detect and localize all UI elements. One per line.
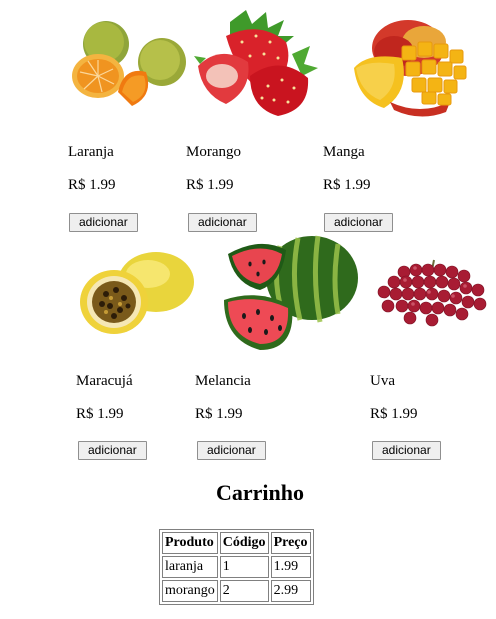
product-name: Manga <box>323 144 365 160</box>
product-price: R$ 1.99 <box>76 406 124 422</box>
product-price: R$ 1.99 <box>186 177 234 193</box>
cart-table: Produto Código Preço laranja 1 1.99 mora… <box>159 529 314 605</box>
product-price: R$ 1.99 <box>370 406 418 422</box>
column-header-produto: Produto <box>162 532 218 554</box>
product-name: Laranja <box>68 144 114 160</box>
product-price: R$ 1.99 <box>195 406 243 422</box>
add-morango-button[interactable]: adicionar <box>188 213 257 232</box>
add-melancia-button[interactable]: adicionar <box>197 441 266 460</box>
column-header-codigo: Código <box>219 532 269 554</box>
add-uva-button[interactable]: adicionar <box>372 441 441 460</box>
table-header-row: Produto Código Preço <box>162 532 311 554</box>
product-name: Morango <box>186 144 241 160</box>
strawberry-image <box>194 10 318 116</box>
cell-codigo: 2 <box>219 580 269 602</box>
cart-title: Carrinho <box>216 480 304 505</box>
add-manga-button[interactable]: adicionar <box>324 213 393 232</box>
cell-produto: laranja <box>162 556 218 578</box>
table-row: laranja 1 1.99 <box>162 556 311 578</box>
cell-codigo: 1 <box>219 556 269 578</box>
cell-preco: 2.99 <box>270 580 311 602</box>
add-maracuja-button[interactable]: adicionar <box>78 441 147 460</box>
product-price: R$ 1.99 <box>323 177 371 193</box>
product-name: Maracujá <box>76 373 133 389</box>
grapes-image <box>377 259 487 327</box>
orange-image <box>72 21 186 106</box>
add-laranja-button[interactable]: adicionar <box>69 213 138 232</box>
mango-image <box>354 20 467 117</box>
watermelon-image <box>224 235 358 350</box>
product-price: R$ 1.99 <box>68 177 116 193</box>
product-name: Uva <box>370 373 395 389</box>
table-row: morango 2 2.99 <box>162 580 311 602</box>
product-name: Melancia <box>195 373 251 389</box>
column-header-preco: Preço <box>270 532 311 554</box>
cell-produto: morango <box>162 580 218 602</box>
cell-preco: 1.99 <box>270 556 311 578</box>
passion-fruit-image <box>80 252 194 334</box>
